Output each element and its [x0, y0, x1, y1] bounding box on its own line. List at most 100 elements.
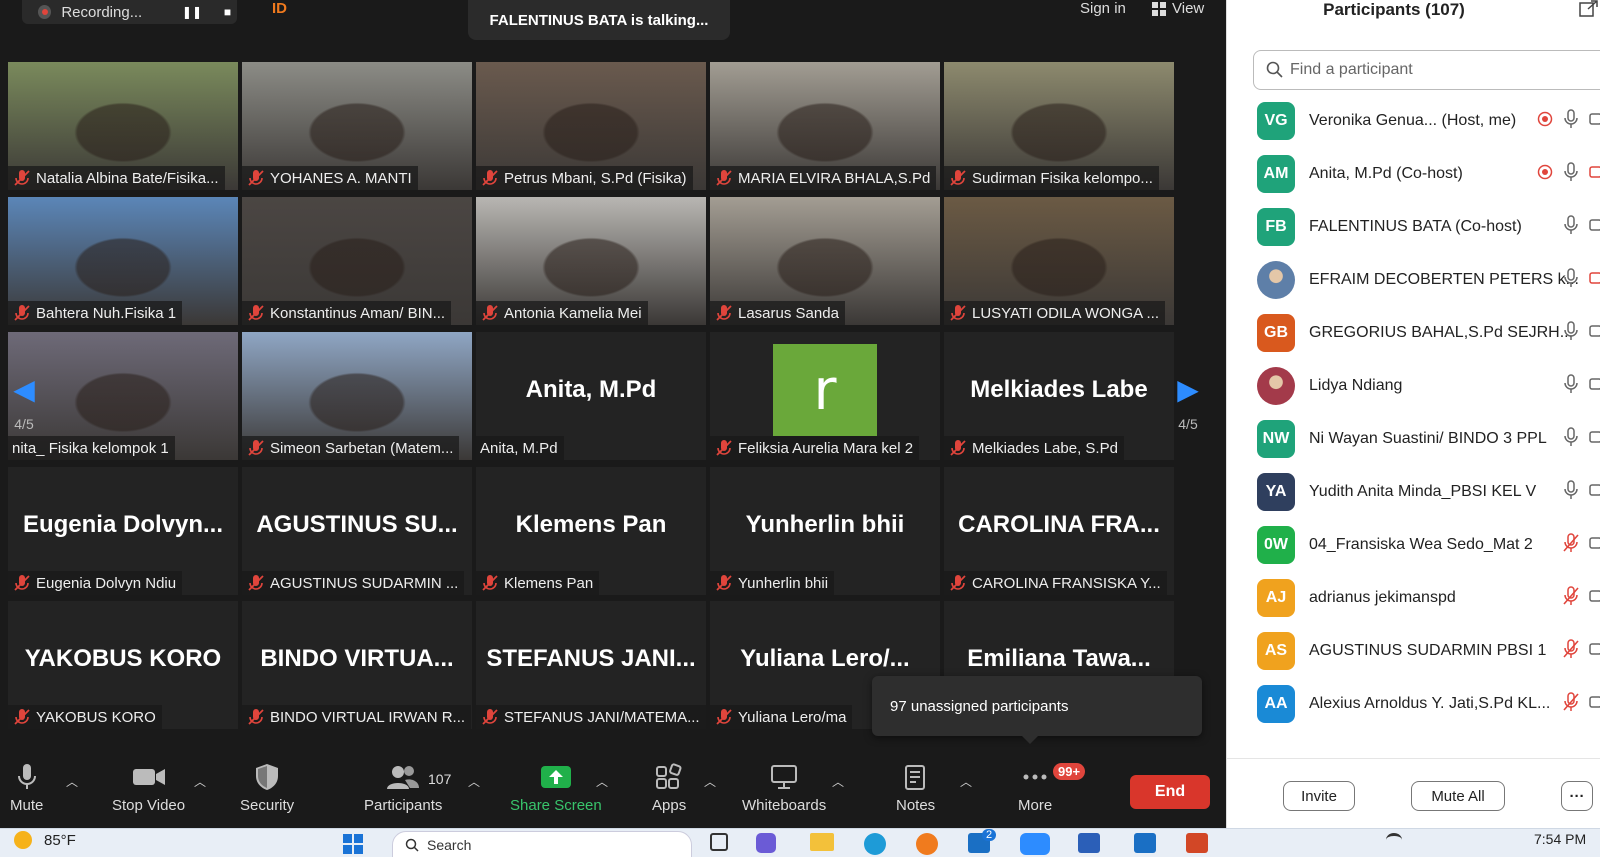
- taskbar-clock[interactable]: 7:54 PM: [1534, 831, 1586, 847]
- participant-row[interactable]: AM Anita, M.Pd (Co-host): [1227, 147, 1600, 201]
- participant-row[interactable]: VG Veronika Genua... (Host, me): [1227, 94, 1600, 148]
- network-icon[interactable]: [1386, 833, 1402, 847]
- video-camera-icon: [1589, 481, 1600, 504]
- stop-recording-icon[interactable]: ■: [218, 4, 237, 20]
- mic-muted-icon: [950, 575, 966, 591]
- participant-name: adrianus jekimanspd: [1309, 589, 1456, 606]
- word-icon[interactable]: [1078, 833, 1100, 853]
- edge-icon[interactable]: [864, 833, 886, 855]
- video-tile[interactable]: LUSYATI ODILA WONGA ...: [944, 197, 1174, 325]
- participant-display-name: Emiliana Tawa...: [967, 645, 1151, 672]
- view-button[interactable]: View: [1152, 0, 1204, 17]
- video-tile[interactable]: STEFANUS JANI... STEFANUS JANI/MATEMA...: [476, 601, 706, 729]
- participant-row[interactable]: AA Alexius Arnoldus Y. Jati,S.Pd KL...: [1227, 677, 1600, 731]
- prev-page-button[interactable]: ◀ 4/5: [0, 338, 48, 466]
- participant-row[interactable]: AJ adrianus jekimanspd: [1227, 571, 1600, 625]
- file-explorer-icon[interactable]: [810, 833, 834, 851]
- windows-start-icon[interactable]: [342, 833, 364, 855]
- apps-options-caret[interactable]: ︿: [704, 773, 716, 790]
- invite-button[interactable]: Invite: [1283, 781, 1355, 811]
- video-tile[interactable]: Konstantinus Aman/ BIN...: [242, 197, 472, 325]
- video-tile[interactable]: YOHANES A. MANTI: [242, 62, 472, 190]
- apps-button[interactable]: Apps: [652, 763, 686, 814]
- share-screen-button[interactable]: Share Screen: [510, 763, 602, 814]
- video-tile[interactable]: Melkiades Labe Melkiades Labe, S.Pd: [944, 332, 1174, 460]
- video-tile[interactable]: YAKOBUS KORO YAKOBUS KORO: [8, 601, 238, 729]
- taskbar-search[interactable]: Search: [392, 831, 692, 857]
- video-tile[interactable]: Yunherlin bhii Yunherlin bhii: [710, 467, 940, 595]
- participant-search[interactable]: [1253, 50, 1600, 90]
- participant-row[interactable]: 0W 04_Fransiska Wea Sedo_Mat 2: [1227, 518, 1600, 572]
- teams-icon[interactable]: [1134, 833, 1156, 853]
- notes-options-caret[interactable]: ︿: [960, 773, 972, 790]
- video-tile[interactable]: BINDO VIRTUA... BINDO VIRTUAL IRWAN R...: [242, 601, 472, 729]
- view-label: View: [1172, 0, 1205, 17]
- participant-name: 04_Fransiska Wea Sedo_Mat 2: [1309, 536, 1533, 553]
- participant-avatar: VG: [1257, 102, 1295, 140]
- task-view-icon[interactable]: [710, 833, 728, 851]
- tile-name-label: STEFANUS JANI/MATEMA...: [504, 708, 700, 726]
- popout-icon[interactable]: [1579, 0, 1599, 18]
- video-tile[interactable]: MARIA ELVIRA BHALA,S.Pd: [710, 62, 940, 190]
- mute-all-button[interactable]: Mute All: [1411, 781, 1505, 811]
- participant-display-name: Klemens Pan: [515, 511, 667, 538]
- next-page-button[interactable]: ▶ 4/5: [1164, 338, 1212, 466]
- participant-row[interactable]: AS AGUSTINUS SUDARMIN PBSI 1: [1227, 624, 1600, 678]
- share-options-caret[interactable]: ︿: [596, 773, 608, 790]
- video-tile[interactable]: Antonia Kamelia Mei: [476, 197, 706, 325]
- notes-button[interactable]: Notes: [896, 763, 935, 814]
- page-indicator-right: 4/5: [1178, 415, 1198, 432]
- video-tile[interactable]: Eugenia Dolvyn... Eugenia Dolvyn Ndiu: [8, 467, 238, 595]
- video-tile[interactable]: Natalia Albina Bate/Fisika...: [8, 62, 238, 190]
- video-tile[interactable]: Bahtera Nuh.Fisika 1: [8, 197, 238, 325]
- mic-muted-icon: [14, 170, 30, 186]
- stop-video-button[interactable]: Stop Video: [112, 763, 185, 814]
- apps-icon: [656, 763, 682, 789]
- participant-row[interactable]: YA Yudith Anita Minda_PBSI KEL V: [1227, 465, 1600, 519]
- unassigned-participants-tooltip: 97 unassigned participants: [872, 676, 1202, 744]
- participant-row[interactable]: EFRAIM DECOBERTEN PETERS k...: [1227, 253, 1600, 307]
- tile-name-label: Eugenia Dolvyn Ndiu: [36, 574, 177, 592]
- participant-avatar: r: [773, 344, 877, 436]
- more-button[interactable]: More: [1018, 763, 1052, 814]
- whiteboards-button[interactable]: Whiteboards: [742, 763, 826, 814]
- share-screen-icon: [540, 766, 571, 788]
- search-icon: [405, 838, 419, 852]
- firefox-icon[interactable]: [916, 833, 938, 855]
- video-tile[interactable]: Petrus Mbani, S.Pd (Fisika): [476, 62, 706, 190]
- zoom-taskbar-icon[interactable]: [1020, 833, 1050, 855]
- microphone-icon: [1563, 267, 1579, 293]
- participant-row[interactable]: Lidya Ndiang: [1227, 359, 1600, 413]
- participant-name: AGUSTINUS SUDARMIN PBSI 1: [1309, 642, 1547, 659]
- mute-button[interactable]: Mute: [10, 763, 43, 814]
- participant-row[interactable]: GB GREGORIUS BAHAL,S.Pd SEJRH...: [1227, 306, 1600, 360]
- notification-badge: 99+: [1053, 763, 1086, 780]
- video-tile[interactable]: CAROLINA FRA... CAROLINA FRANSISKA Y...: [944, 467, 1174, 595]
- video-tile[interactable]: Anita, M.Pd Anita, M.Pd: [476, 332, 706, 460]
- video-tile[interactable]: Simeon Sarbetan (Matem...: [242, 332, 472, 460]
- video-tile[interactable]: AGUSTINUS SU... AGUSTINUS SUDARMIN ...: [242, 467, 472, 595]
- video-tile[interactable]: r Feliksia Aurelia Mara kel 2: [710, 332, 940, 460]
- security-button[interactable]: Security: [240, 763, 294, 814]
- audio-options-caret[interactable]: ︿: [66, 773, 78, 790]
- pause-recording-icon[interactable]: ❚❚: [182, 4, 202, 20]
- participant-row[interactable]: FB FALENTINUS BATA (Co-host): [1227, 200, 1600, 254]
- sign-in-link[interactable]: Sign in: [1080, 0, 1126, 17]
- participant-search-input[interactable]: [1290, 61, 1570, 79]
- weather-widget[interactable]: 85°F: [14, 831, 76, 849]
- video-tile[interactable]: Lasarus Sanda: [710, 197, 940, 325]
- powerpoint-icon[interactable]: [1186, 833, 1208, 853]
- tile-name-bar: AGUSTINUS SUDARMIN ...: [242, 571, 465, 595]
- meeting-id-badge[interactable]: ID: [272, 0, 287, 17]
- end-meeting-button[interactable]: End: [1130, 775, 1210, 809]
- participants-options-caret[interactable]: ︿: [468, 773, 480, 790]
- video-tile[interactable]: Sudirman Fisika kelompo...: [944, 62, 1174, 190]
- video-tile[interactable]: Klemens Pan Klemens Pan: [476, 467, 706, 595]
- chat-icon[interactable]: [756, 833, 776, 853]
- participant-name: FALENTINUS BATA (Co-host): [1309, 218, 1522, 235]
- video-options-caret[interactable]: ︿: [194, 773, 206, 790]
- panel-more-button[interactable]: ···: [1561, 781, 1593, 811]
- whiteboards-options-caret[interactable]: ︿: [832, 773, 844, 790]
- participant-row[interactable]: NW Ni Wayan Suastini/ BINDO 3 PPL: [1227, 412, 1600, 466]
- tile-name-bar: MARIA ELVIRA BHALA,S.Pd: [710, 166, 937, 190]
